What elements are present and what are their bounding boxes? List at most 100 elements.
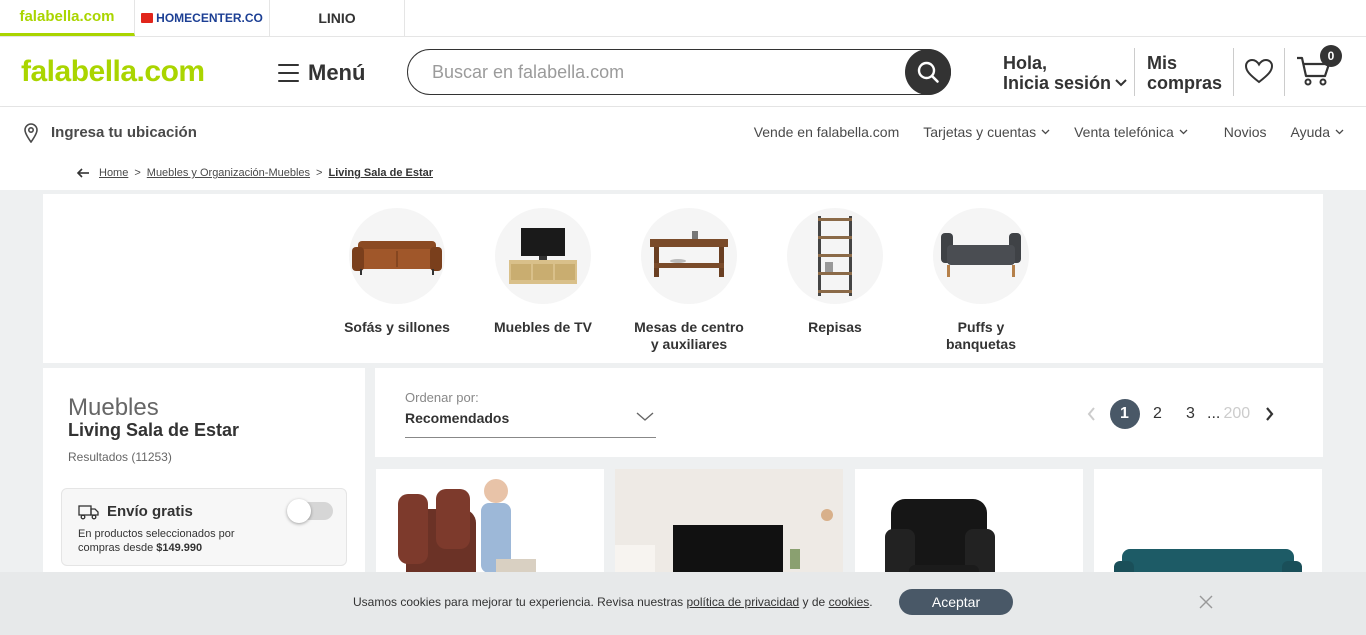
breadcrumb-muebles[interactable]: Muebles y Organización-Muebles [147, 167, 310, 179]
bench-image [933, 208, 1029, 304]
close-icon[interactable] [1198, 594, 1214, 610]
page-title: Living Sala de Estar [68, 420, 240, 440]
cookies-link[interactable]: cookies [829, 595, 870, 609]
free-shipping-title: Envío gratis [107, 503, 193, 520]
link-phone-sales-label: Venta telefónica [1074, 124, 1174, 140]
tab-homecenter[interactable]: HOMECENTER.CO [135, 0, 270, 36]
category-label: Mesas de centro [634, 319, 744, 335]
my-purchases-line2: compras [1147, 73, 1223, 93]
sofa-image [349, 208, 445, 304]
next-page-button[interactable] [1255, 399, 1285, 429]
sort-bar: Ordenar por: Recomendados 1 2 3 ... 200 [375, 368, 1323, 457]
login-button[interactable]: Hola, Inicia sesión [1003, 53, 1127, 93]
category-sofas[interactable]: Sofás y sillones [337, 208, 457, 336]
chevron-down-icon [636, 412, 654, 421]
link-cards[interactable]: Tarjetas y cuentas [923, 124, 1050, 140]
cookie-text-middle: y de [799, 595, 829, 609]
category-label-line2: banquetas [945, 336, 1016, 352]
coffee-table-image [641, 208, 737, 304]
truck-icon [78, 504, 99, 519]
free-shipping-filter: Envío gratis En productos seleccionados … [61, 488, 347, 566]
login-greeting: Hola, [1003, 53, 1048, 73]
location-selector[interactable]: Ingresa tu ubicación [23, 122, 197, 143]
wishlist-button[interactable] [1244, 58, 1274, 89]
page-2[interactable]: 2 [1143, 399, 1173, 429]
breadcrumb-current[interactable]: Living Sala de Estar [328, 167, 433, 179]
site-logo[interactable]: falabella.com [21, 55, 205, 89]
free-shipping-amount: $149.990 [156, 542, 203, 554]
category-tv-furniture[interactable]: Muebles de TV [483, 208, 603, 336]
category-label-line2: y auxiliares [650, 336, 728, 352]
category-shelves[interactable]: Repisas [775, 208, 895, 336]
category-label: Repisas [808, 319, 862, 335]
tab-homecenter-label: HOMECENTER.CO [156, 11, 263, 25]
chevron-down-icon [1179, 129, 1188, 135]
menu-button[interactable]: Menú [278, 60, 365, 86]
my-purchases-button[interactable]: Mis compras [1147, 53, 1222, 93]
divider [1284, 48, 1285, 96]
back-arrow-icon[interactable] [76, 168, 90, 178]
sort-label: Ordenar por: [405, 390, 479, 405]
location-bar: Ingresa tu ubicación Vende en falabella.… [0, 107, 1366, 157]
tab-falabella-label: falabella.com [19, 8, 115, 25]
link-sell-label: Vende en falabella.com [753, 124, 900, 140]
cookie-text-start: Usamos cookies para mejorar tu experienc… [353, 595, 687, 609]
top-links: Vende en falabella.com Tarjetas y cuenta… [730, 124, 1344, 140]
search-bar [407, 49, 951, 95]
category-carousel: Sofás y sillones Muebles de TV Mesas de … [43, 194, 1323, 363]
toggle-knob [287, 499, 311, 523]
pagination-ellipsis: ... [1207, 405, 1221, 422]
privacy-policy-link[interactable]: política de privacidad [686, 595, 799, 609]
free-shipping-desc: En productos seleccionados por [78, 528, 235, 540]
category-coffee-tables[interactable]: Mesas de centro y auxiliares [629, 208, 749, 353]
location-label: Ingresa tu ubicación [51, 124, 197, 141]
login-label: Inicia sesión [1003, 73, 1112, 93]
search-button[interactable] [905, 49, 951, 95]
breadcrumb-home[interactable]: Home [99, 167, 128, 179]
accept-cookies-button[interactable]: Aceptar [899, 589, 1013, 615]
page-1[interactable]: 1 [1109, 399, 1140, 429]
chevron-right-icon [1266, 407, 1274, 421]
tv-stand-image [495, 208, 591, 304]
free-shipping-desc-prefix: compras desde [78, 542, 157, 554]
category-label: Sofás y sillones [344, 319, 450, 335]
pagination: 1 2 3 ... 200 [1075, 399, 1286, 429]
category-parent: Muebles [68, 394, 159, 421]
breadcrumb: Home > Muebles y Organización-Muebles > … [0, 157, 1366, 190]
shelf-image [787, 208, 883, 304]
sort-value: Recomendados [405, 410, 510, 426]
cookie-text-end: . [869, 595, 873, 609]
link-help-label: Ayuda [1290, 124, 1330, 140]
page-3[interactable]: 3 [1176, 399, 1206, 429]
link-novios[interactable]: Novios [1224, 124, 1267, 140]
link-cards-label: Tarjetas y cuentas [923, 124, 1037, 140]
header: falabella.com Menú Hola, Inicia sesión M… [0, 37, 1366, 107]
chevron-down-icon [1041, 129, 1050, 135]
chevron-left-icon [1087, 407, 1095, 421]
tab-falabella[interactable]: falabella.com [0, 0, 135, 36]
category-label: Muebles de TV [493, 319, 593, 335]
link-sell[interactable]: Vende en falabella.com [754, 124, 900, 140]
category-puffs[interactable]: Puffs y banquetas [921, 208, 1041, 353]
tab-linio[interactable]: LINIO [270, 0, 405, 36]
brand-tabs: falabella.com HOMECENTER.CO LINIO [0, 0, 1366, 37]
link-phone-sales[interactable]: Venta telefónica [1074, 124, 1188, 140]
search-input[interactable] [432, 62, 882, 83]
breadcrumb-separator: > [316, 167, 323, 179]
category-label: Puffs y [957, 319, 1005, 335]
divider [1134, 48, 1135, 96]
heart-icon [1244, 58, 1274, 84]
chevron-down-icon [1335, 129, 1344, 135]
chevron-down-icon [1115, 79, 1127, 87]
results-count: Resultados (11253) [68, 450, 172, 464]
sort-select[interactable]: Recomendados [405, 408, 656, 438]
link-help[interactable]: Ayuda [1291, 124, 1344, 140]
page-last[interactable]: 200 [1222, 399, 1252, 429]
link-novios-label: Novios [1223, 124, 1267, 140]
prev-page-button[interactable] [1077, 399, 1107, 429]
my-purchases-line1: Mis [1147, 53, 1178, 73]
tab-linio-label: LINIO [318, 10, 356, 26]
free-shipping-toggle[interactable] [287, 499, 333, 523]
cart-count-badge: 0 [1320, 45, 1342, 67]
homecenter-logo-icon [141, 13, 154, 23]
